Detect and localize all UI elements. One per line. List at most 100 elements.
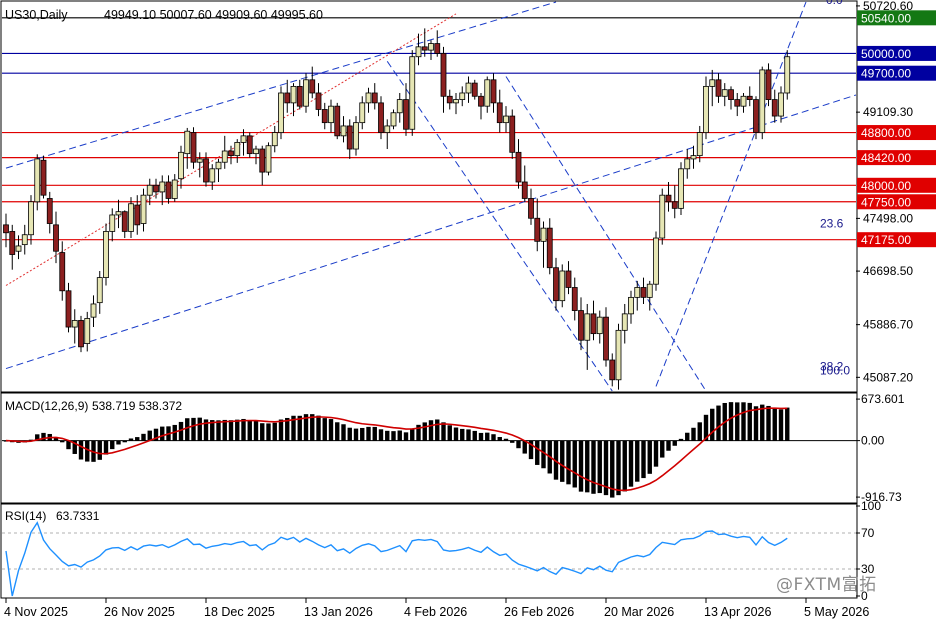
candle-bull <box>459 92 466 100</box>
date-tick-label: 13 Jan 2026 <box>304 605 373 619</box>
price-tick-label: 50720.60 <box>863 0 913 13</box>
macd-bar <box>441 422 446 441</box>
candle-bull <box>178 151 184 180</box>
macd-bar <box>235 419 240 441</box>
price-tick-label: 49109.30 <box>863 105 913 119</box>
candle-bear <box>546 227 553 269</box>
candle-bear <box>153 184 159 193</box>
rsi-tick-label: 70 <box>861 526 875 540</box>
candle-bull <box>184 130 191 155</box>
candle-bull <box>96 277 103 304</box>
macd-bar <box>660 440 665 458</box>
candle-bear <box>771 99 778 117</box>
macd-bar <box>591 440 596 494</box>
candle-bear <box>309 79 316 94</box>
candle-bear <box>203 158 209 183</box>
candle-bull <box>709 79 716 87</box>
candle-bull <box>103 231 109 278</box>
candle-bull <box>653 237 659 285</box>
candle-bull <box>290 85 297 104</box>
macd-bar <box>741 402 746 441</box>
macd-bar <box>85 440 90 462</box>
date-tick-label: 26 Feb 2026 <box>504 605 574 619</box>
candle-bear <box>496 102 503 124</box>
macd-bar <box>260 423 265 441</box>
macd-bar <box>785 407 790 441</box>
macd-bar <box>353 428 359 441</box>
candle-bull <box>465 82 472 94</box>
macd-bar <box>478 432 484 441</box>
candle-bear <box>565 270 572 288</box>
candle-bear <box>334 105 341 137</box>
candle-bear <box>421 46 428 51</box>
candle-bull <box>684 158 691 170</box>
candle-bull <box>28 201 34 236</box>
candle-bear <box>609 359 616 381</box>
level-tag-label: 47175.00 <box>861 233 911 247</box>
candle-bear <box>671 201 678 209</box>
macd-bar <box>647 440 652 474</box>
candle-bull <box>209 168 216 183</box>
macd-bar <box>710 408 715 441</box>
macd-bar <box>678 438 684 441</box>
price-tick-label: 45087.20 <box>863 370 913 384</box>
macd-bar <box>397 430 402 441</box>
macd-bar <box>141 433 146 441</box>
candle-bear <box>603 316 609 361</box>
macd-tick-label: 0.00 <box>861 434 885 448</box>
candle-bull <box>740 95 747 107</box>
candle-bear <box>46 198 53 224</box>
macd-bar <box>385 430 390 441</box>
candle-bear <box>296 85 303 107</box>
candle-bear <box>446 95 453 104</box>
macd-bar <box>697 422 702 441</box>
candle-bear <box>715 79 722 97</box>
candle-bull <box>115 211 122 216</box>
macd-bar <box>566 440 571 485</box>
level-tag-label: 49700.00 <box>861 67 911 81</box>
macd-bar <box>116 440 121 445</box>
macd-bar <box>316 415 321 441</box>
fib-label-23.6: 23.6 <box>820 216 844 230</box>
macd-bar <box>510 440 515 443</box>
candle-bull <box>253 148 259 155</box>
candle-bull <box>615 329 622 381</box>
macd-bar <box>422 422 427 441</box>
level-tag-label: 48420.00 <box>861 151 911 165</box>
candle-bull <box>278 92 284 133</box>
macd-bar <box>78 440 84 460</box>
macd-bar <box>391 431 396 441</box>
macd-bar <box>266 423 271 441</box>
macd-bar <box>685 432 690 441</box>
level-tag-label: 48000.00 <box>861 179 911 193</box>
candle-bull <box>240 135 247 143</box>
date-tick-label: 13 Apr 2026 <box>704 605 771 619</box>
candle-bull <box>340 125 347 137</box>
candle-bull <box>109 214 116 232</box>
candle-bear <box>59 252 66 292</box>
macd-bar <box>360 427 365 441</box>
macd-bar <box>435 419 440 441</box>
chart-canvas[interactable]: 50540.00 50000.00 49700.00 48800.00 48420.00… <box>0 0 936 624</box>
candle-bull <box>128 203 134 232</box>
macd-bar <box>728 402 734 441</box>
candle-bear <box>53 224 59 252</box>
macd-bar <box>772 408 777 441</box>
level-tag-label: 50000.00 <box>861 47 911 61</box>
candle-bear <box>246 135 253 155</box>
candle-bull <box>359 102 366 124</box>
candle-bear <box>578 310 584 341</box>
candle-bull <box>353 122 359 150</box>
price-tick-label: 45886.70 <box>863 318 913 332</box>
candle-bull <box>621 313 628 331</box>
chart-window[interactable]: 50540.00 50000.00 49700.00 48800.00 48420.00… <box>0 0 936 624</box>
macd-bar <box>578 440 584 492</box>
candle-bull <box>146 184 153 196</box>
rsi-value: 63.7331 <box>56 509 100 523</box>
candle-bear <box>3 224 9 234</box>
candle-bear <box>521 181 528 199</box>
fxtm-watermark: @FXTM富拓 <box>776 575 877 595</box>
macd-bar <box>128 438 134 441</box>
macd-bar <box>341 424 346 441</box>
macd-bar <box>635 440 640 482</box>
